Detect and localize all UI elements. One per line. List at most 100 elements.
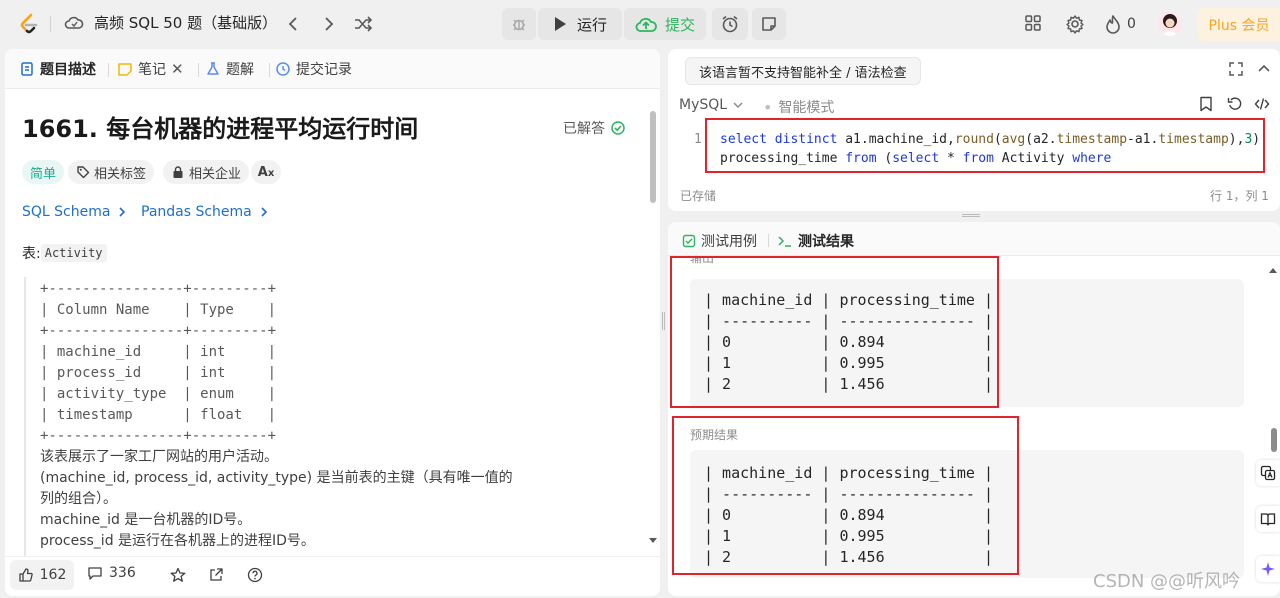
code-icon[interactable] [1254, 96, 1270, 112]
book-icon [1260, 511, 1276, 527]
reader-tool-button[interactable] [1256, 506, 1280, 532]
problem-list-link[interactable]: 高频 SQL 50 题（基础版） [64, 12, 277, 33]
output-highlight-box [670, 256, 999, 408]
bookmark-icon[interactable] [1199, 96, 1213, 112]
tab-solutions[interactable]: 题解 [205, 59, 254, 79]
shuffle-icon[interactable] [353, 14, 373, 34]
solved-status: 已解答 [563, 118, 625, 138]
debug-button[interactable] [502, 8, 536, 40]
top-bar: 高频 SQL 50 题（基础版） 运行 提交 0 Plus 会员 [0, 0, 1280, 48]
tab-submissions[interactable]: 提交记录 [275, 59, 352, 79]
pandas-schema-label: Pandas Schema [141, 204, 252, 220]
tab-notes-label: 笔记 [138, 62, 166, 78]
language-select[interactable]: MySQL [679, 97, 745, 113]
plus-membership-button[interactable]: Plus 会员 [1198, 8, 1280, 41]
horizontal-splitter-handle[interactable] [962, 214, 980, 217]
check-circle-icon [611, 121, 625, 135]
problem-description: 该表展示了一家工厂网站的用户活动。 (machine_id, process_i… [40, 447, 513, 552]
points-counter[interactable]: 0 [1105, 14, 1136, 34]
notes-button[interactable] [752, 8, 786, 40]
sql-schema-link[interactable]: SQL Schema [22, 204, 128, 220]
fullscreen-icon[interactable] [1228, 61, 1244, 77]
like-count: 162 [39, 567, 67, 583]
share-icon[interactable] [208, 567, 224, 583]
cursor-position: 行 1，列 1 [1210, 189, 1269, 203]
next-problem-icon[interactable] [320, 14, 338, 34]
table-heading: 表: Activity [22, 243, 107, 263]
translate-tool-button[interactable] [1256, 460, 1280, 486]
sparkle-icon [1260, 561, 1276, 577]
timer-button[interactable] [712, 8, 748, 40]
tab-divider [108, 63, 109, 77]
results-scrollbar[interactable] [1271, 428, 1277, 452]
bug-icon [510, 15, 528, 33]
vertical-splitter-handle[interactable] [662, 312, 665, 330]
description-line: machine_id 是一台机器的ID号。 [40, 512, 252, 528]
divider [50, 16, 51, 32]
language-tooltip: 该语言暂不支持智能补全 / 语法检查 [685, 57, 921, 85]
translate-icon: Ax [257, 164, 275, 180]
highlight-box [705, 118, 1265, 173]
tab-description[interactable]: 题目描述 [19, 59, 96, 79]
language-label: MySQL [679, 97, 728, 113]
description-line: process_id 是运行在各机器上的进程ID号。 [40, 533, 315, 549]
note-icon [760, 15, 778, 33]
points-value: 0 [1127, 16, 1136, 32]
tab-test-results-label: 测试结果 [798, 234, 854, 250]
related-companies-button[interactable]: 相关企业 [163, 160, 250, 184]
run-button[interactable]: 运行 [538, 8, 622, 40]
collapse-chevron-icon[interactable] [1256, 61, 1272, 77]
ai-tool-button[interactable] [1256, 556, 1280, 582]
table-name: Activity [40, 244, 107, 262]
layout-grid-icon[interactable] [1024, 14, 1042, 32]
tag-icon [76, 165, 90, 179]
difficulty-badge[interactable]: 简单 [22, 160, 65, 184]
description-line: (machine_id, process_id, activity_type) … [40, 470, 513, 486]
schema-table: +----------------+---------+ | Column Na… [40, 281, 277, 444]
prev-problem-icon[interactable] [284, 14, 302, 34]
like-button[interactable]: 162 [10, 560, 74, 590]
help-icon[interactable] [247, 567, 263, 583]
results-panel: 测试用例 测试结果 输出 | machine_id | processing_t… [668, 222, 1280, 596]
dot-icon: • [763, 97, 773, 117]
chevron-right-icon [258, 206, 270, 218]
chevron-down-icon [731, 99, 745, 111]
plus-label: Plus 会员 [1208, 17, 1270, 34]
smart-mode-toggle[interactable]: • 智能模式 [763, 97, 834, 117]
leetcode-logo[interactable] [17, 12, 41, 36]
document-icon [19, 61, 35, 77]
play-icon [553, 16, 567, 32]
scroll-up-icon[interactable] [1268, 266, 1278, 274]
tab-notes[interactable]: 笔记 ✕ [117, 59, 184, 79]
description-scrollbar[interactable] [650, 111, 656, 203]
scroll-down-icon[interactable] [648, 537, 658, 545]
related-tags-label: 相关标签 [94, 166, 147, 182]
related-tags-button[interactable]: 相关标签 [68, 160, 155, 184]
submit-button[interactable]: 提交 [624, 8, 706, 40]
tab-test-cases[interactable]: 测试用例 [682, 231, 757, 251]
cloud-upload-icon [635, 15, 657, 33]
comments-button[interactable]: 336 [87, 565, 136, 581]
tab-test-results[interactable]: 测试结果 [777, 231, 854, 251]
results-tabs-bar [668, 222, 1280, 256]
sql-schema-label: SQL Schema [22, 204, 111, 220]
translate-button[interactable]: Ax [251, 160, 281, 184]
flask-icon [205, 61, 221, 77]
tab-divider [768, 234, 769, 247]
tab-test-cases-label: 测试用例 [701, 234, 757, 250]
tab-description-label: 题目描述 [40, 62, 96, 78]
table-prefix: 表: [22, 246, 41, 262]
csdn-watermark: CSDN @@听风吟 [1093, 571, 1241, 592]
close-tab-icon[interactable]: ✕ [171, 60, 184, 78]
avatar[interactable] [1158, 12, 1182, 36]
solved-label: 已解答 [563, 121, 605, 137]
reset-code-icon[interactable] [1227, 96, 1243, 112]
alarm-clock-icon [720, 14, 740, 34]
translate-icon [1260, 465, 1276, 481]
problem-title: 1661. 每台机器的进程平均运行时间 [22, 115, 419, 143]
star-icon[interactable] [170, 567, 186, 583]
chevron-right-icon [116, 206, 128, 218]
pandas-schema-link[interactable]: Pandas Schema [141, 204, 270, 220]
tab-divider [269, 63, 270, 77]
settings-gear-icon[interactable] [1065, 14, 1085, 34]
